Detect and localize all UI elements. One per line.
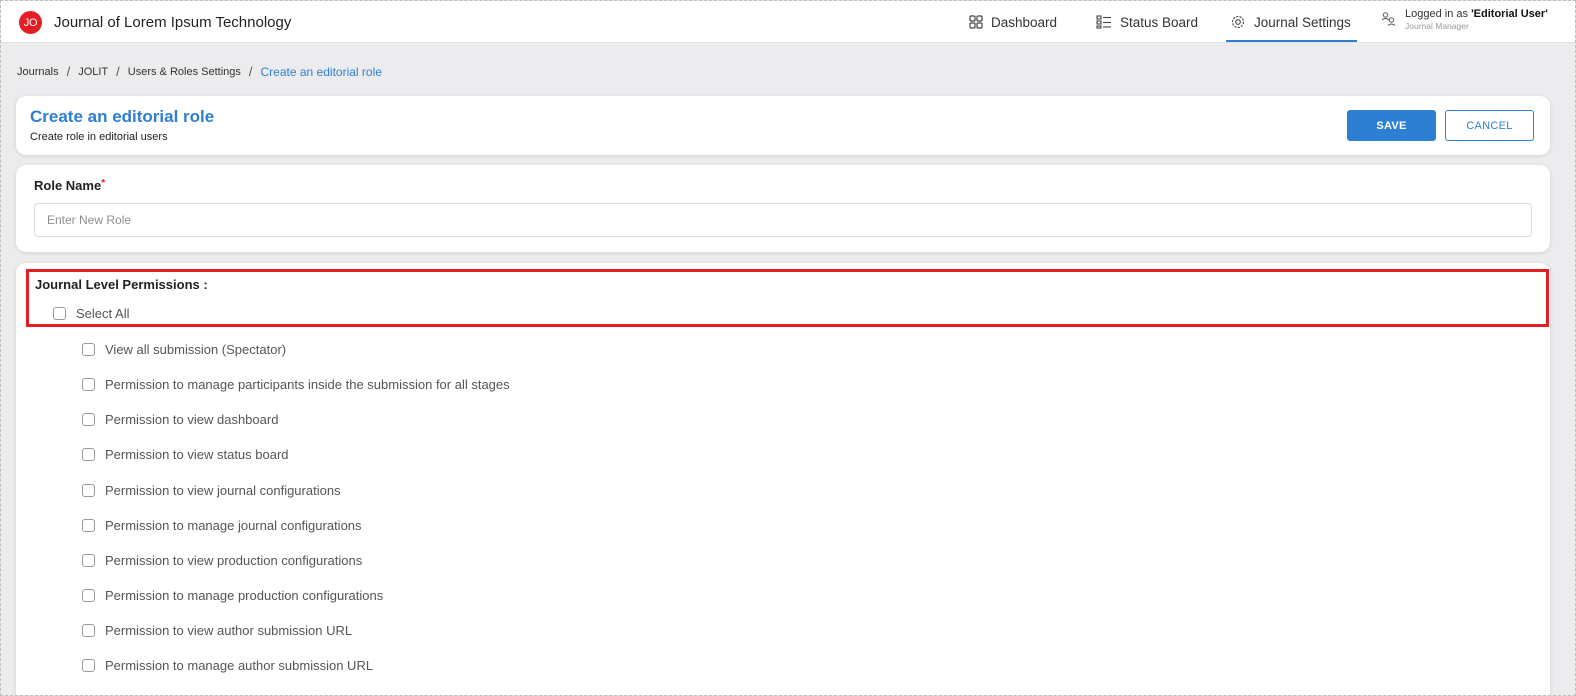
nav-status-board[interactable]: Status Board bbox=[1096, 1, 1198, 43]
gear-icon bbox=[1231, 15, 1245, 29]
permission-item[interactable]: Permission to manage production configur… bbox=[82, 588, 383, 603]
app-frame: JO Journal of Lorem Ipsum Technology Das… bbox=[0, 0, 1576, 696]
highlight-annotation bbox=[26, 269, 1549, 327]
required-mark: * bbox=[101, 178, 106, 189]
permission-item[interactable]: Permission to view journal configuration… bbox=[82, 483, 341, 498]
permission-item[interactable]: Permission to view status board bbox=[82, 447, 289, 462]
nav-status-board-label: Status Board bbox=[1120, 14, 1199, 30]
permission-label: Permission to manage journal configurati… bbox=[105, 518, 362, 533]
logged-in-text: Logged in as 'Editorial User' bbox=[1405, 8, 1548, 20]
nav-dashboard-label: Dashboard bbox=[991, 14, 1058, 30]
permission-item[interactable]: Permission to manage participants inside… bbox=[82, 377, 510, 392]
permission-label: Permission to view production configurat… bbox=[105, 553, 363, 568]
checkbox-box[interactable] bbox=[82, 378, 95, 391]
breadcrumb-jolit[interactable]: JOLIT bbox=[78, 66, 108, 78]
permission-label: Permission to view status board bbox=[105, 447, 289, 462]
role-name-label: Role Name* bbox=[34, 178, 106, 193]
breadcrumb-separator: / bbox=[248, 64, 253, 79]
permission-item[interactable]: Permission to view author submission URL bbox=[82, 623, 352, 638]
checkbox-box[interactable] bbox=[82, 343, 95, 356]
checkbox-box[interactable] bbox=[82, 589, 95, 602]
checkbox-box[interactable] bbox=[82, 519, 95, 532]
user-name: 'Editorial User' bbox=[1471, 8, 1548, 20]
user-role: Journal Manager bbox=[1405, 21, 1469, 31]
checkbox-box[interactable] bbox=[82, 554, 95, 567]
breadcrumb: Journals / JOLIT / Users & Roles Setting… bbox=[17, 64, 382, 79]
save-button[interactable]: SAVE bbox=[1347, 110, 1436, 141]
checkbox-box[interactable] bbox=[82, 659, 95, 672]
page-subtitle: Create role in editorial users bbox=[30, 131, 168, 143]
page-header-card: Create an editorial role Create role in … bbox=[16, 96, 1550, 155]
role-name-input[interactable] bbox=[34, 203, 1532, 237]
permission-item[interactable]: Permission to view production configurat… bbox=[82, 553, 362, 568]
grid-icon bbox=[969, 15, 983, 29]
board-icon bbox=[1096, 15, 1111, 29]
permission-item[interactable]: View all submission (Spectator) bbox=[82, 342, 286, 357]
permission-label: Permission to manage production configur… bbox=[105, 588, 384, 603]
role-name-card: Role Name* bbox=[16, 165, 1550, 252]
permission-item[interactable]: Permission to manage author submission U… bbox=[82, 658, 373, 673]
page-title: Create an editorial role bbox=[30, 107, 215, 126]
breadcrumb-separator: / bbox=[66, 64, 71, 79]
breadcrumb-journals[interactable]: Journals bbox=[17, 66, 59, 78]
checkbox-box[interactable] bbox=[82, 413, 95, 426]
breadcrumb-users-roles[interactable]: Users & Roles Settings bbox=[128, 66, 241, 78]
select-all-label: Select All bbox=[76, 306, 130, 321]
permission-item[interactable]: Permission to view dashboard bbox=[82, 412, 278, 427]
breadcrumb-current: Create an editorial role bbox=[260, 64, 382, 79]
permission-label: Permission to manage author submission U… bbox=[105, 658, 374, 673]
cancel-button[interactable]: CANCEL bbox=[1445, 110, 1534, 141]
permission-label: Permission to view journal configuration… bbox=[105, 483, 341, 498]
checkbox-box[interactable] bbox=[53, 307, 66, 320]
permission-label: Permission to view dashboard bbox=[105, 412, 279, 427]
permission-label: Permission to view author submission URL bbox=[105, 623, 353, 638]
journal-logo[interactable]: JO bbox=[19, 11, 42, 34]
top-bar: JO Journal of Lorem Ipsum Technology Das… bbox=[1, 1, 1575, 43]
checkbox-box[interactable] bbox=[82, 624, 95, 637]
checkbox-box[interactable] bbox=[82, 448, 95, 461]
nav-dashboard[interactable]: Dashboard bbox=[969, 1, 1057, 43]
users-icon bbox=[1381, 12, 1396, 26]
permission-item[interactable]: Permission to manage journal configurati… bbox=[82, 518, 362, 533]
checkbox-box[interactable] bbox=[82, 484, 95, 497]
permission-label: View all submission (Spectator) bbox=[105, 342, 287, 357]
permissions-title: Journal Level Permissions : bbox=[35, 277, 208, 292]
select-all-checkbox[interactable]: Select All bbox=[53, 306, 129, 321]
nav-journal-settings[interactable]: Journal Settings bbox=[1226, 1, 1357, 43]
user-menu[interactable]: Logged in as 'Editorial User' Journal Ma… bbox=[1381, 8, 1548, 32]
permission-label: Permission to manage participants inside… bbox=[105, 377, 510, 392]
breadcrumb-separator: / bbox=[116, 64, 120, 79]
nav-journal-settings-label: Journal Settings bbox=[1254, 14, 1351, 30]
app-title[interactable]: Journal of Lorem Ipsum Technology bbox=[54, 14, 291, 31]
